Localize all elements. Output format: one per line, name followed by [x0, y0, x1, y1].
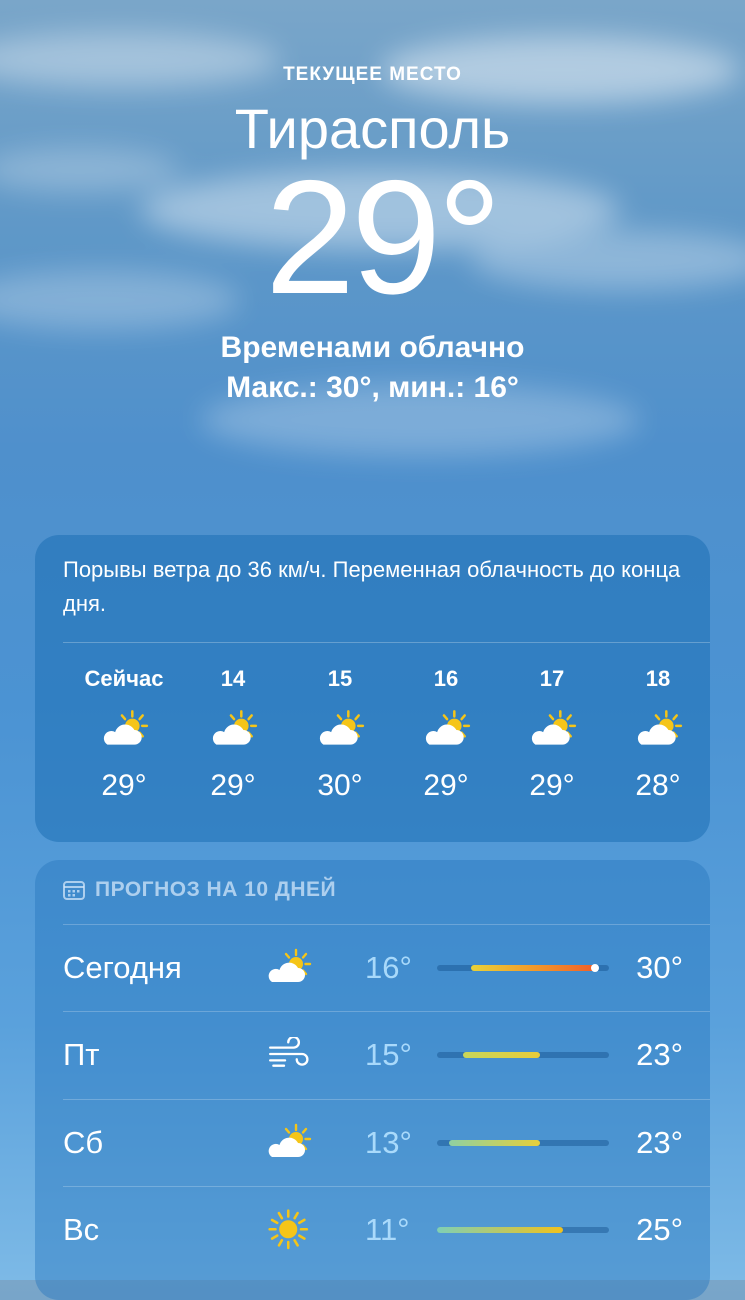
- partly-sunny-icon: [258, 1117, 318, 1167]
- sun-icon: [258, 1204, 318, 1254]
- divider: [63, 642, 710, 643]
- hour-item: 17 29°: [502, 663, 602, 803]
- high-low-text: Макс.: 30°, мин.: 16°: [226, 371, 519, 404]
- low-temperature: 13°: [365, 1125, 412, 1160]
- temperature-range-bar: [437, 1140, 609, 1146]
- hour-item: 18 28°: [608, 663, 708, 803]
- day-label: Пт: [63, 1037, 100, 1072]
- hour-item: 14 29°: [183, 663, 283, 803]
- hour-item: Сейчас 29°: [74, 663, 174, 803]
- day-label: Сегодня: [63, 950, 182, 985]
- daily-row[interactable]: Сегодня 16° 30°: [63, 924, 683, 1011]
- hour-temperature: 29°: [210, 769, 256, 802]
- hour-label: 15: [327, 666, 353, 691]
- high-temperature: 30°: [636, 950, 683, 985]
- daily-row[interactable]: Вс 11° 25°: [63, 1186, 683, 1273]
- partly-sunny-icon: [74, 703, 174, 755]
- daily-forecast-card[interactable]: ПРОГНОЗ НА 10 ДНЕЙ Сегодня 16° 30° Пт 15°…: [35, 860, 710, 1300]
- temperature-range-bar: [437, 964, 609, 972]
- day-label: Вс: [63, 1212, 100, 1247]
- high-temperature: 23°: [636, 1125, 683, 1160]
- hour-item: 16 29°: [396, 663, 496, 803]
- partly-sunny-icon: [183, 703, 283, 755]
- hour-label: Сейчас: [84, 666, 164, 691]
- temperature-range-fill: [471, 965, 595, 971]
- hour-label: 16: [433, 666, 459, 691]
- calendar-icon: [63, 881, 85, 900]
- hour-item: 15 30°: [290, 663, 390, 803]
- low-temperature: 11°: [365, 1212, 410, 1247]
- partly-sunny-icon: [608, 703, 708, 755]
- hour-temperature: 28°: [635, 769, 681, 802]
- day-label: Сб: [63, 1125, 104, 1160]
- hourly-forecast-card[interactable]: Порывы ветра до 36 км/ч. Переменная обла…: [35, 535, 710, 842]
- hour-label: 18: [645, 666, 671, 691]
- high-temperature: 23°: [636, 1037, 683, 1072]
- daily-row[interactable]: Сб 13° 23°: [63, 1099, 683, 1186]
- temperature-range-fill: [449, 1140, 540, 1146]
- hour-label: 17: [539, 666, 565, 691]
- condition-text: Временами облачно: [220, 331, 525, 364]
- hour-label: 14: [220, 666, 246, 691]
- partly-sunny-icon: [502, 703, 602, 755]
- current-temp-marker: [591, 964, 599, 972]
- current-temperature: 29°: [265, 147, 502, 328]
- daily-title-text: ПРОГНОЗ НА 10 ДНЕЙ: [95, 878, 337, 901]
- location-label: ТЕКУЩЕЕ МЕСТО: [283, 64, 462, 85]
- temperature-range-bar: [437, 1227, 609, 1233]
- temperature-range-fill: [463, 1052, 540, 1058]
- hour-temperature: 29°: [529, 769, 575, 802]
- forecast-summary: Порывы ветра до 36 км/ч. Переменная обла…: [63, 557, 681, 616]
- partly-sunny-icon: [258, 942, 318, 992]
- daily-forecast-title: ПРОГНОЗ НА 10 ДНЕЙ: [63, 878, 336, 902]
- partly-sunny-icon: [290, 703, 390, 755]
- temperature-range-fill: [437, 1227, 563, 1233]
- daily-row[interactable]: Пт 15° 23°: [63, 1011, 683, 1098]
- hour-temperature: 29°: [423, 769, 469, 802]
- partly-sunny-icon: [396, 703, 496, 755]
- hourly-list[interactable]: Сейчас 29° 14 29° 15 30° 16 29° 17 29° 1…: [35, 663, 710, 833]
- hour-temperature: 29°: [101, 769, 147, 802]
- low-temperature: 15°: [365, 1037, 412, 1072]
- temperature-range-bar: [437, 1052, 609, 1058]
- wind-icon: [258, 1029, 318, 1079]
- high-temperature: 25°: [636, 1212, 683, 1247]
- low-temperature: 16°: [365, 950, 412, 985]
- hour-temperature: 30°: [317, 769, 363, 802]
